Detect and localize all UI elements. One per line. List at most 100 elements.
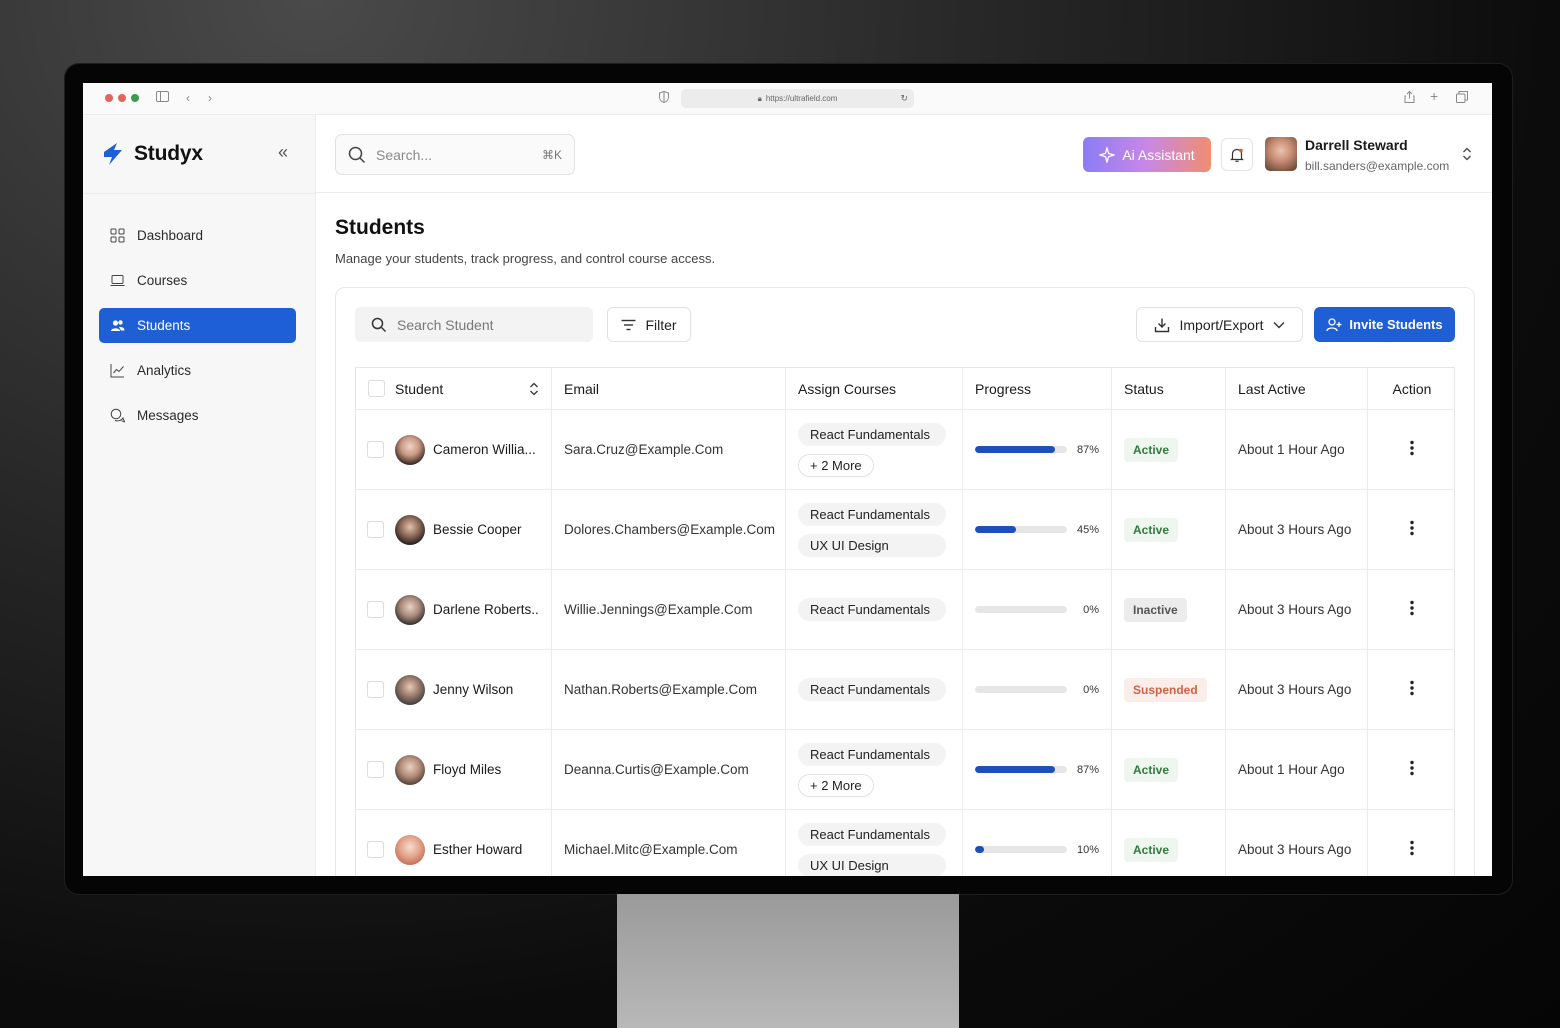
url-bar[interactable]: 🔒︎ https://ultrafield.com ↻ <box>681 89 914 108</box>
maximize-window-dot[interactable] <box>131 94 139 102</box>
email-cell: Sara.Cruz@Example.Com <box>552 410 786 489</box>
monitor-stand <box>617 894 959 1028</box>
header-student[interactable]: Student <box>356 368 552 409</box>
course-pill[interactable]: React Fundamentals <box>798 678 946 701</box>
select-all-checkbox[interactable] <box>368 380 385 397</box>
student-avatar <box>395 674 425 705</box>
email-cell: Willie.Jennings@Example.Com <box>552 570 786 649</box>
share-icon[interactable] <box>1404 90 1415 106</box>
student-avatar <box>395 514 425 545</box>
student-name[interactable]: Darlene Roberts.. <box>433 602 539 617</box>
student-name[interactable]: Jenny Wilson <box>433 682 513 697</box>
sidebar-item-analytics[interactable]: Analytics <box>99 353 296 388</box>
logo-text: Studyx <box>134 142 203 165</box>
course-pill[interactable]: React Fundamentals <box>798 598 946 621</box>
header-progress: Progress <box>963 368 1112 409</box>
more-options-icon[interactable] <box>1410 760 1414 779</box>
more-courses-pill[interactable]: + 2 More <box>798 453 874 477</box>
chevron-up-down-icon[interactable] <box>1462 146 1472 167</box>
filter-button[interactable]: Filter <box>607 307 691 342</box>
progress-cell: 87% <box>963 410 1112 489</box>
global-search-input[interactable]: Search... ⌘K <box>335 134 575 175</box>
course-pills: React Fundamentals + 2 More <box>786 742 946 797</box>
download-icon <box>1155 318 1170 332</box>
course-pill[interactable]: React Fundamentals <box>798 502 946 526</box>
logo-icon <box>104 143 122 165</box>
more-options-icon[interactable] <box>1410 840 1414 859</box>
more-courses-pill[interactable]: + 2 More <box>798 773 874 797</box>
last-active-text: About 3 Hours Ago <box>1238 602 1352 617</box>
sidebar-item-dashboard[interactable]: Dashboard <box>99 218 296 253</box>
sidebar-item-courses[interactable]: Courses <box>99 263 296 298</box>
progress-fill <box>975 446 1056 453</box>
student-name[interactable]: Cameron Willia... <box>433 442 536 457</box>
student-email: Nathan.Roberts@Example.Com <box>564 682 758 697</box>
course-pill[interactable]: UX UI Design <box>798 853 946 876</box>
back-arrow-icon[interactable]: ‹ <box>186 91 190 105</box>
course-pill[interactable]: React Fundamentals <box>798 742 946 766</box>
table-row: Bessie Cooper Dolores.Chambers@Example.Co… <box>356 490 1454 570</box>
progress-fill <box>975 526 1017 533</box>
student-email: Deanna.Curtis@Example.Com <box>564 762 749 777</box>
email-cell: Deanna.Curtis@Example.Com <box>552 730 786 809</box>
shield-icon[interactable] <box>659 90 669 106</box>
users-icon <box>111 320 125 331</box>
new-tab-icon[interactable]: + <box>1430 89 1438 103</box>
student-name[interactable]: Esther Howard <box>433 842 522 857</box>
sort-icon[interactable] <box>529 382 539 396</box>
more-options-icon[interactable] <box>1410 600 1414 619</box>
progress-cell: 45% <box>963 490 1112 569</box>
courses-cell: React Fundamentals + 2 More <box>786 730 963 809</box>
last-active-text: About 1 Hour Ago <box>1238 762 1345 777</box>
more-options-icon[interactable] <box>1410 680 1414 699</box>
row-checkbox[interactable] <box>367 681 384 698</box>
import-export-button[interactable]: Import/Export <box>1136 307 1303 342</box>
logo[interactable]: Studyx <box>100 141 203 167</box>
progress-bar: 45% <box>963 524 1111 536</box>
reload-icon[interactable]: ↻ <box>900 93 908 104</box>
invite-students-button[interactable]: Invite Students <box>1314 307 1455 342</box>
course-pill[interactable]: UX UI Design <box>798 533 946 557</box>
action-cell <box>1368 730 1454 809</box>
sparkle-icon <box>1099 146 1116 163</box>
row-checkbox[interactable] <box>367 441 384 458</box>
student-cell: Bessie Cooper <box>356 490 552 569</box>
course-pills: React Fundamentals <box>786 598 946 621</box>
chart-line-icon <box>110 364 124 378</box>
table-row: Floyd Miles Deanna.Curtis@Example.Com Reac… <box>356 730 1454 810</box>
row-checkbox[interactable] <box>367 521 384 538</box>
more-options-icon[interactable] <box>1410 520 1414 539</box>
user-avatar[interactable] <box>1265 137 1297 171</box>
more-options-icon[interactable] <box>1410 440 1414 459</box>
course-pill[interactable]: React Fundamentals <box>798 822 946 846</box>
sidebar-item-label: Students <box>137 318 191 333</box>
close-window-dot[interactable] <box>105 94 113 102</box>
row-checkbox[interactable] <box>367 761 384 778</box>
email-cell: Nathan.Roberts@Example.Com <box>552 650 786 729</box>
notifications-button[interactable] <box>1221 138 1253 171</box>
student-search-input[interactable]: Search Student <box>355 307 593 342</box>
row-checkbox[interactable] <box>367 841 384 858</box>
status-badge: Active <box>1124 837 1179 862</box>
collapse-sidebar-icon[interactable]: « <box>278 142 288 163</box>
forward-arrow-icon[interactable]: › <box>208 91 212 105</box>
page-title: Students <box>335 216 425 239</box>
header-email: Email <box>552 368 786 409</box>
header-status: Status <box>1112 368 1226 409</box>
tabs-overview-icon[interactable] <box>1456 91 1468 106</box>
sidebar-toggle-icon[interactable] <box>156 91 169 105</box>
progress-percent: 0% <box>1083 683 1099 696</box>
last-active-cell: About 3 Hours Ago <box>1226 650 1368 729</box>
row-checkbox[interactable] <box>367 601 384 618</box>
sidebar-item-students[interactable]: Students <box>99 308 296 343</box>
student-name[interactable]: Bessie Cooper <box>433 522 522 537</box>
search-icon <box>348 146 366 163</box>
course-pill[interactable]: React Fundamentals <box>798 422 946 446</box>
sidebar-item-messages[interactable]: Messages <box>99 398 296 433</box>
user-name[interactable]: Darrell Steward <box>1305 137 1408 153</box>
student-name[interactable]: Floyd Miles <box>433 762 501 777</box>
status-cell: Active <box>1112 730 1226 809</box>
minimize-window-dot[interactable] <box>118 94 126 102</box>
ai-assistant-button[interactable]: Ai Assistant <box>1083 137 1211 172</box>
course-pills: React Fundamentals UX UI Design <box>786 822 946 876</box>
